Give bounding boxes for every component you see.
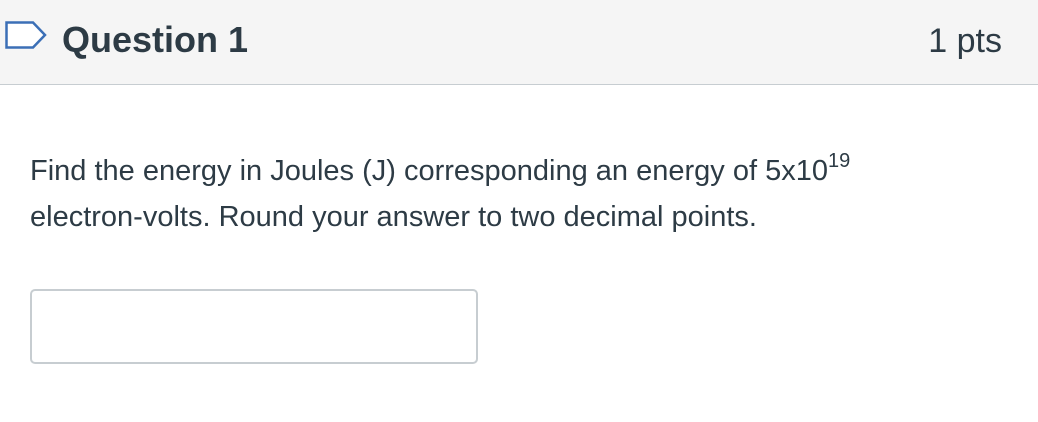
question-title: Question 1 — [62, 19, 249, 60]
question-text: Find the energy in Joules (J) correspond… — [30, 148, 1010, 240]
flag-icon[interactable] — [5, 21, 47, 49]
question-text-line2: electron-volts. Round your answer to two… — [30, 201, 757, 233]
question-exponent: 19 — [827, 150, 851, 173]
question-header: Question 1 1 pts — [0, 0, 1038, 85]
answer-input[interactable] — [30, 289, 478, 364]
question-points: 1 pts — [928, 22, 1002, 60]
question-text-line1: Find the energy in Joules (J) correspond… — [30, 155, 828, 187]
